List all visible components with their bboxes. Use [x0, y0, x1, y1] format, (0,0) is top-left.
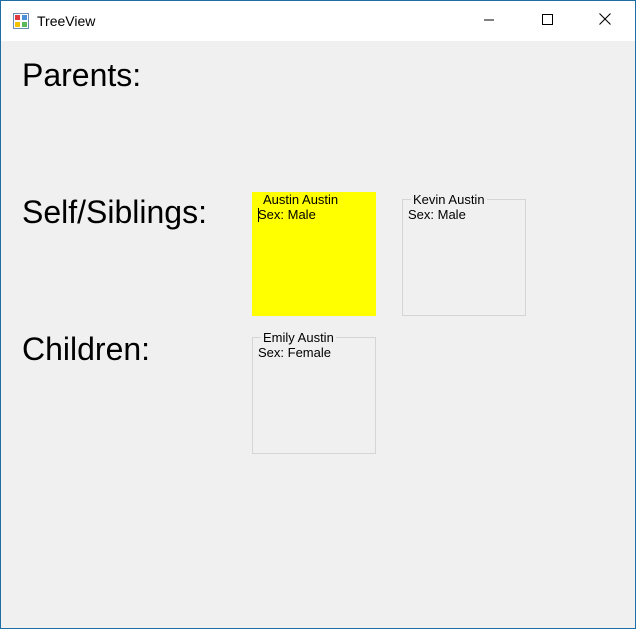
- app-window: TreeView Parents: Self/Siblings: Childre…: [0, 0, 636, 629]
- person-card-kevin-austin[interactable]: Kevin Austin Sex: Male: [402, 192, 526, 316]
- maximize-button[interactable]: [518, 1, 576, 41]
- person-sex[interactable]: Sex: Male: [408, 207, 466, 223]
- person-name: Kevin Austin: [411, 192, 487, 208]
- window-title: TreeView: [37, 13, 96, 29]
- client-area: Parents: Self/Siblings: Children: Austin…: [1, 41, 635, 628]
- parents-label: Parents:: [22, 57, 142, 93]
- close-button[interactable]: [576, 1, 634, 41]
- self-siblings-label: Self/Siblings:: [22, 194, 207, 230]
- person-card-emily-austin[interactable]: Emily Austin Sex: Female: [252, 330, 376, 454]
- person-sex[interactable]: Sex: Male: [258, 207, 316, 223]
- person-name: Austin Austin: [261, 192, 341, 208]
- person-card-austin-austin[interactable]: Austin Austin Sex: Male: [252, 192, 376, 316]
- minimize-icon: [484, 12, 494, 30]
- maximize-icon: [541, 12, 553, 30]
- minimize-button[interactable]: [460, 1, 518, 41]
- person-sex[interactable]: Sex: Female: [258, 345, 331, 361]
- person-name: Emily Austin: [261, 330, 336, 346]
- title-bar[interactable]: TreeView: [1, 1, 635, 41]
- close-icon: [599, 12, 611, 30]
- winforms-app-icon: [13, 13, 29, 29]
- children-label: Children:: [22, 331, 151, 367]
